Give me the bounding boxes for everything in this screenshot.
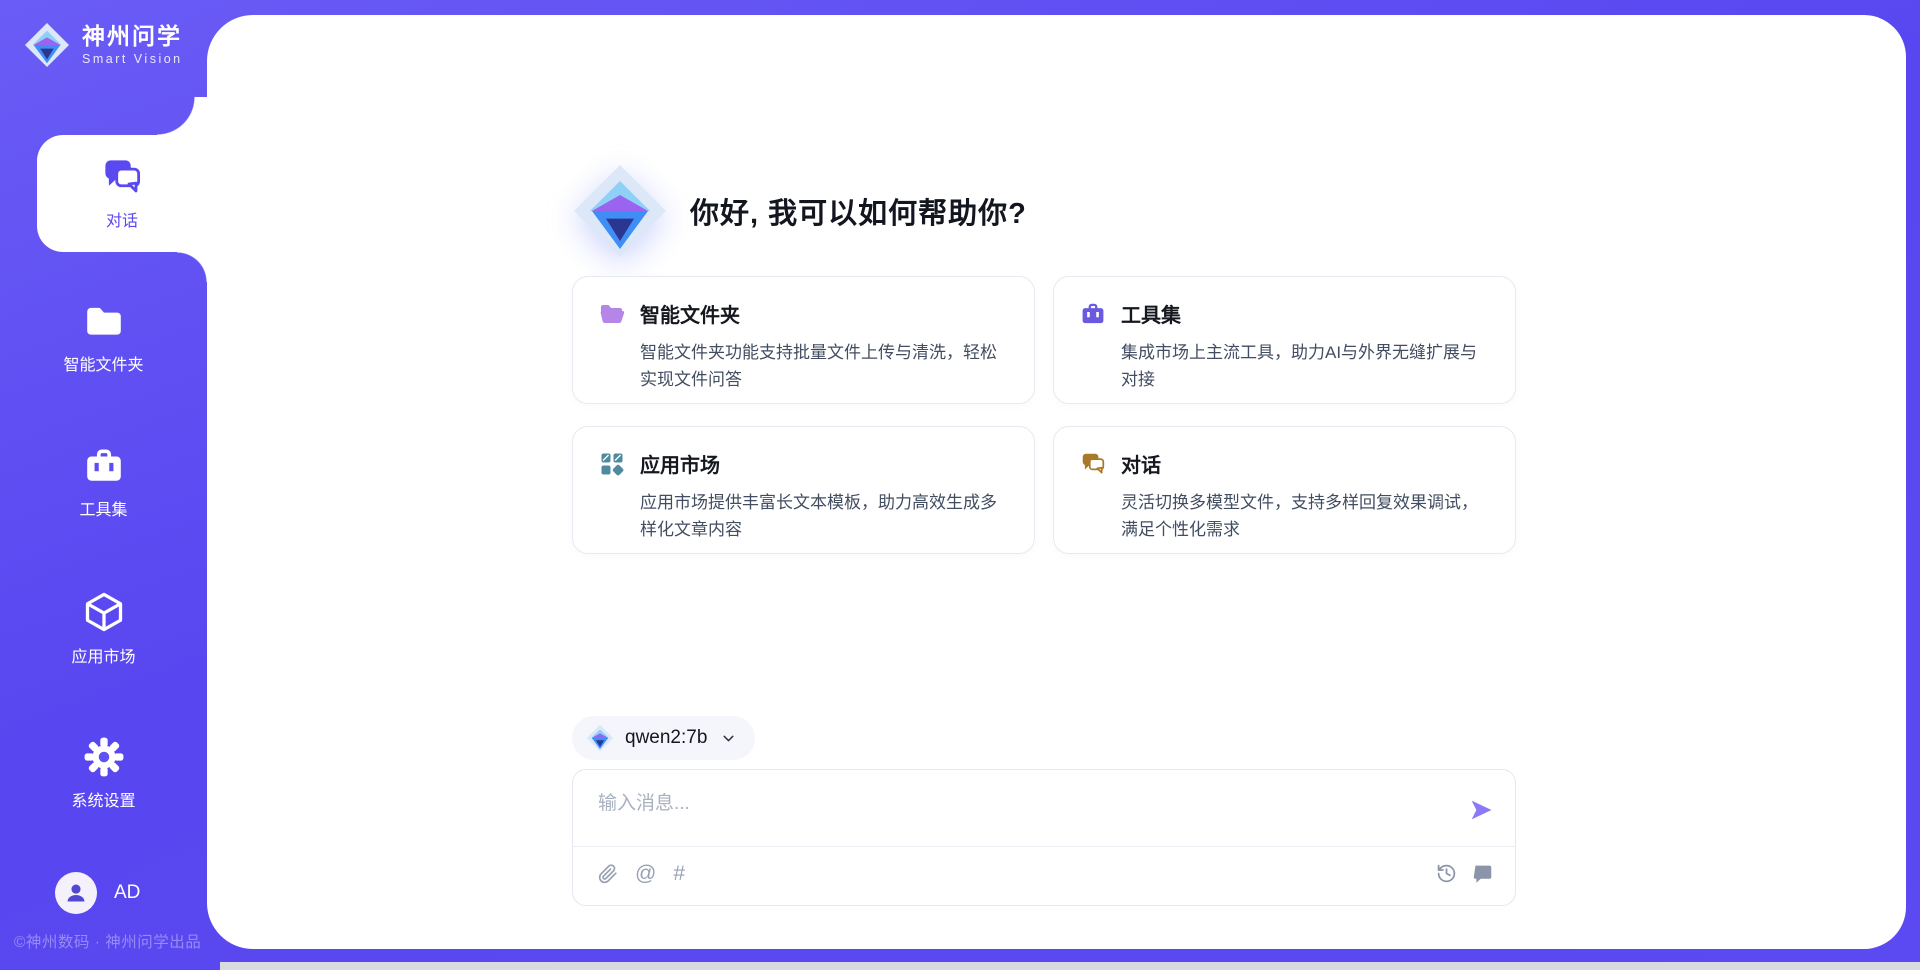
- sidebar-item-settings[interactable]: 系统设置: [0, 736, 207, 836]
- sidebar-item-smart-folder[interactable]: 智能文件夹: [0, 300, 207, 400]
- copyright-text: ©神州数码 · 神州问学出品: [14, 930, 201, 952]
- message-input[interactable]: 输入消息...: [598, 788, 690, 815]
- card-title: 对话: [1121, 449, 1161, 478]
- assistant-diamond-icon: [572, 163, 668, 259]
- sidebar-item-toolset[interactable]: 工具集: [0, 445, 207, 545]
- card-smart-folder[interactable]: 智能文件夹 智能文件夹功能支持批量文件上传与清洗，轻松实现文件问答: [572, 276, 1035, 404]
- card-description: 智能文件夹功能支持批量文件上传与清洗，轻松实现文件问答: [640, 339, 1008, 393]
- user-name: AD: [114, 882, 140, 904]
- horizontal-scrollbar[interactable]: [220, 962, 1920, 970]
- avatar: [55, 872, 97, 914]
- composer-divider: [573, 846, 1515, 847]
- message-composer[interactable]: 输入消息... @ #: [572, 769, 1516, 906]
- briefcase-icon: [83, 445, 125, 487]
- card-description: 应用市场提供丰富长文本模板，助力高效生成多样化文章内容: [640, 489, 1008, 543]
- folder-icon: [83, 300, 125, 342]
- sidebar-item-label: 对话: [106, 207, 138, 231]
- apps-grid-icon: [599, 451, 625, 477]
- active-tab-curve-bottom: [177, 252, 207, 282]
- model-diamond-icon: [586, 724, 614, 752]
- brand-title: 神州问学: [82, 24, 183, 49]
- greeting: 你好, 我可以如何帮助你?: [572, 163, 1027, 259]
- card-chat[interactable]: 对话 灵活切换多模型文件，支持多样回复效果调试，满足个性化需求: [1053, 426, 1516, 554]
- card-description: 集成市场上主流工具，助力AI与外界无缝扩展与对接: [1121, 339, 1489, 393]
- send-icon[interactable]: [1467, 796, 1495, 824]
- chat-icon: [1080, 451, 1106, 477]
- person-icon: [63, 880, 89, 906]
- card-toolset[interactable]: 工具集 集成市场上主流工具，助力AI与外界无缝扩展与对接: [1053, 276, 1516, 404]
- brand-diamond-icon: [24, 22, 70, 68]
- attachment-icon[interactable]: [598, 864, 618, 884]
- model-name: qwen2:7b: [625, 727, 707, 749]
- greeting-text: 你好, 我可以如何帮助你?: [690, 190, 1027, 232]
- briefcase-icon: [1080, 301, 1106, 327]
- mention-icon[interactable]: @: [635, 863, 656, 884]
- sidebar: 神州问学 Smart Vision 对话 智能文件夹 工具集 应用市场: [0, 0, 207, 970]
- main-panel: 你好, 我可以如何帮助你? 智能文件夹 智能文件夹功能支持批量文件上传与清洗，轻…: [207, 15, 1906, 949]
- sidebar-item-label: 系统设置: [71, 787, 135, 811]
- chat-bubble-icon[interactable]: [1472, 863, 1493, 884]
- cube-icon: [82, 590, 126, 634]
- card-title: 智能文件夹: [640, 299, 740, 328]
- card-title: 应用市场: [640, 449, 720, 478]
- hashtag-icon[interactable]: #: [673, 863, 685, 884]
- sidebar-item-label: 智能文件夹: [63, 351, 143, 375]
- gear-icon: [83, 736, 125, 778]
- folder-open-icon: [599, 301, 625, 327]
- history-icon[interactable]: [1436, 863, 1457, 884]
- active-tab-curve-top: [157, 97, 207, 135]
- brand-subtitle: Smart Vision: [82, 52, 183, 66]
- card-title: 工具集: [1121, 299, 1181, 328]
- card-app-market[interactable]: 应用市场 应用市场提供丰富长文本模板，助力高效生成多样化文章内容: [572, 426, 1035, 554]
- chevron-down-icon: [720, 730, 737, 747]
- sidebar-item-label: 应用市场: [71, 643, 135, 667]
- model-selector[interactable]: qwen2:7b: [572, 716, 755, 760]
- sidebar-item-chat[interactable]: 对话: [37, 135, 207, 252]
- app-logo: 神州问学 Smart Vision: [24, 22, 183, 68]
- feature-cards: 智能文件夹 智能文件夹功能支持批量文件上传与清洗，轻松实现文件问答 工具集 集成…: [572, 276, 1516, 554]
- card-description: 灵活切换多模型文件，支持多样回复效果调试，满足个性化需求: [1121, 489, 1489, 543]
- user-account[interactable]: AD: [55, 872, 140, 914]
- chat-icon: [101, 156, 143, 198]
- sidebar-item-app-market[interactable]: 应用市场: [0, 590, 207, 690]
- sidebar-item-label: 工具集: [79, 496, 127, 520]
